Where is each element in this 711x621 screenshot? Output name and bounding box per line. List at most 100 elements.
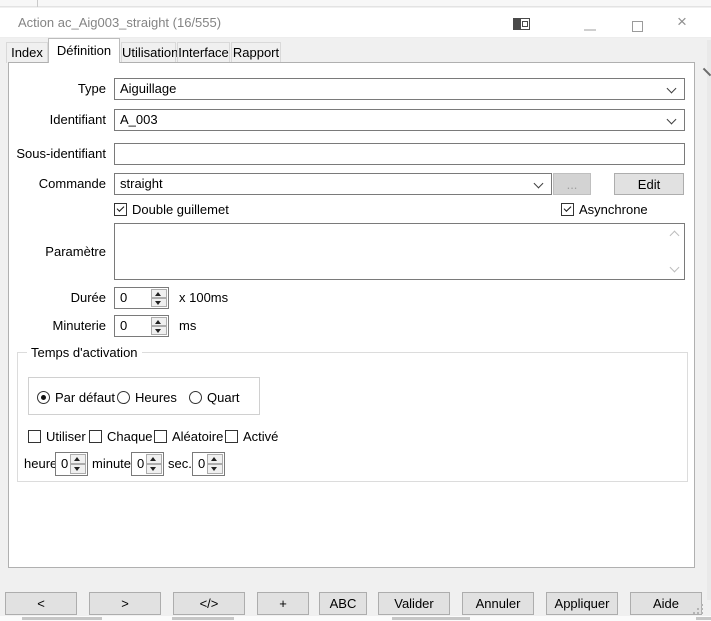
spin-up-button[interactable] (151, 289, 167, 298)
type-value: Aiguillage (120, 79, 176, 99)
arrow-up-icon (155, 320, 161, 324)
double-guillemet-checkbox[interactable]: Double guillemet (114, 201, 229, 217)
commande-combobox[interactable]: straight (114, 173, 552, 195)
maximize-icon[interactable] (632, 21, 643, 32)
mode-radio-panel: Par défaut Heures Quart (28, 377, 260, 415)
type-combobox[interactable]: Aiguillage (114, 78, 685, 100)
spin-up-button[interactable] (151, 317, 167, 326)
identifiant-value: A_003 (120, 110, 158, 130)
duree-value: 0 (120, 288, 127, 308)
window-preview-icon[interactable] (513, 18, 530, 30)
tab-bar: Index Définition Utilisation Interface R… (0, 38, 711, 63)
window-preview-icon-fill (514, 19, 521, 29)
titlebar: Action ac_Aig003_straight (16/555) × (0, 8, 711, 38)
background-window-bottom-strip (0, 616, 711, 621)
utiliser-checkbox[interactable]: Utiliser (28, 428, 86, 444)
tab-utilisation[interactable]: Utilisation (121, 42, 176, 63)
arrow-down-icon (155, 329, 161, 333)
spin-down-button[interactable] (207, 464, 223, 474)
arrow-up-icon (211, 457, 217, 461)
minimize-icon[interactable] (584, 29, 596, 31)
tab-index-label: Index (11, 45, 43, 60)
checkbox-box (89, 430, 102, 443)
background-window-right-strip (707, 40, 711, 600)
spin-down-button[interactable] (70, 464, 86, 474)
resize-grip[interactable] (693, 604, 703, 614)
identifiant-label: Identifiant (9, 109, 106, 131)
radio-circle (37, 391, 50, 404)
abc-button[interactable]: ABC (319, 592, 367, 615)
arrow-up-icon (74, 457, 80, 461)
tab-definition[interactable]: Définition (48, 38, 120, 63)
heure-spinner[interactable]: 0 (55, 452, 88, 476)
identifiant-combobox[interactable]: A_003 (114, 109, 685, 131)
parametre-textarea[interactable] (115, 224, 665, 279)
minuterie-label: Minuterie (9, 315, 106, 337)
double-guillemet-label: Double guillemet (132, 202, 229, 217)
add-button[interactable]: + (257, 592, 309, 615)
minute-spinner[interactable]: 0 (131, 452, 164, 476)
spin-up-button[interactable] (207, 454, 223, 464)
spin-up-button[interactable] (146, 454, 162, 464)
duree-spinner[interactable]: 0 (114, 287, 169, 309)
prev-button[interactable]: < (5, 592, 77, 615)
background-text-fragment (392, 617, 470, 620)
active-checkbox[interactable]: Activé (225, 428, 278, 444)
annuler-button[interactable]: Annuler (462, 592, 534, 615)
aleatoire-label: Aléatoire (172, 429, 223, 444)
arrow-up-icon (155, 292, 161, 296)
commande-label: Commande (9, 173, 106, 195)
sec-spinner[interactable]: 0 (192, 452, 225, 476)
quart-label: Quart (207, 390, 240, 405)
browse-button[interactable]: ... (553, 173, 591, 195)
background-window-divider (37, 0, 38, 7)
minuterie-value: 0 (120, 316, 127, 336)
par-defaut-radio[interactable]: Par défaut (37, 389, 115, 405)
definition-tab-panel: Type Aiguillage Identifiant A_003 Sous-i… (8, 62, 695, 568)
radio-dot-icon (41, 395, 46, 400)
chevron-down-icon (667, 84, 677, 94)
arrow-down-icon (150, 467, 156, 471)
par-defaut-label: Par défaut (55, 390, 115, 405)
valider-button[interactable]: Valider (378, 592, 450, 615)
close-icon[interactable]: × (674, 14, 690, 30)
scroll-up-icon[interactable] (670, 231, 680, 241)
minuterie-spinner[interactable]: 0 (114, 315, 169, 337)
spin-down-button[interactable] (151, 298, 167, 307)
scroll-down-icon[interactable] (670, 263, 680, 273)
heure-value: 0 (61, 453, 68, 475)
spin-down-button[interactable] (146, 464, 162, 474)
tab-index[interactable]: Index (6, 42, 48, 63)
heure-label: heure (24, 452, 57, 476)
minute-value: 0 (137, 453, 144, 475)
duree-label: Durée (9, 287, 106, 309)
asynchrone-checkbox[interactable]: Asynchrone (561, 201, 648, 217)
temps-activation-group: Temps d'activation Par défaut Heures Qua… (17, 352, 688, 482)
spin-up-button[interactable] (70, 454, 86, 464)
sous-identifiant-input[interactable] (114, 143, 685, 165)
code-button[interactable]: </> (173, 592, 245, 615)
tab-interface[interactable]: Interface (177, 42, 230, 63)
heures-label: Heures (135, 390, 177, 405)
tab-utilisation-label: Utilisation (122, 45, 178, 60)
spin-down-button[interactable] (151, 326, 167, 335)
checkbox-box (114, 203, 127, 216)
heures-radio[interactable]: Heures (117, 389, 177, 405)
checkbox-box (28, 430, 41, 443)
next-button[interactable]: > (89, 592, 161, 615)
tab-rapport[interactable]: Rapport (231, 42, 281, 63)
appliquer-button[interactable]: Appliquer (546, 592, 618, 615)
parametre-label: Paramètre (9, 241, 106, 263)
chaque-checkbox[interactable]: Chaque (89, 428, 153, 444)
dialog-window: Action ac_Aig003_straight (16/555) × Ind… (0, 0, 711, 621)
sec-value: 0 (198, 453, 205, 475)
edit-button[interactable]: Edit (614, 173, 684, 195)
quart-radio[interactable]: Quart (189, 389, 240, 405)
arrow-down-icon (155, 301, 161, 305)
aide-button[interactable]: Aide (630, 592, 702, 615)
checkmark-icon (564, 204, 572, 212)
chaque-label: Chaque (107, 429, 153, 444)
arrow-down-icon (74, 467, 80, 471)
checkbox-box (561, 203, 574, 216)
aleatoire-checkbox[interactable]: Aléatoire (154, 428, 223, 444)
